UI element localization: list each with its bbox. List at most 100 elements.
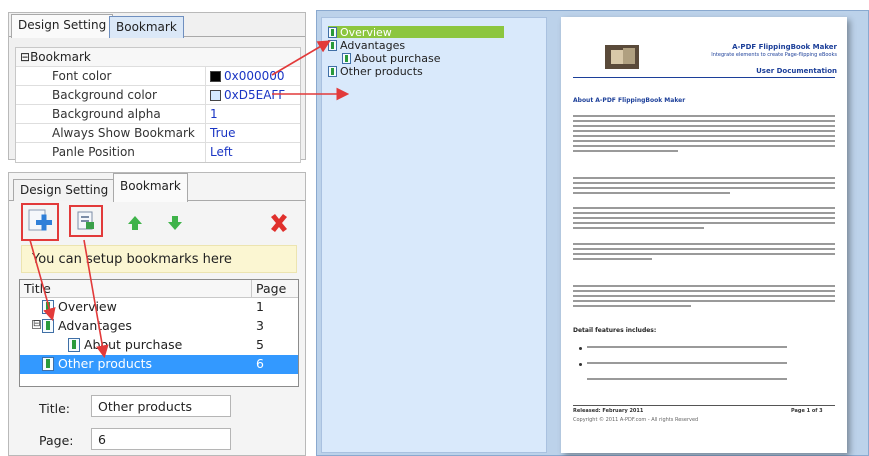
tree-row-title: Other products — [58, 356, 153, 371]
property-value[interactable]: True — [206, 124, 236, 143]
collapse-icon[interactable]: ⊟ — [20, 50, 30, 64]
tree-row-title: Overview — [58, 299, 117, 314]
paragraph — [587, 378, 787, 383]
property-row-font-color[interactable]: Font color 0x000000 — [16, 67, 300, 86]
tree-header: Title Page — [20, 280, 298, 298]
viewer-bookmark-item[interactable]: Overview — [328, 25, 504, 39]
bookmark-icon — [328, 26, 337, 38]
property-grid: ⊟Bookmark Font color 0x000000 Background… — [15, 47, 301, 163]
footer-page: Page 1 of 3 — [791, 408, 823, 414]
bookmark-panel: Design Setting Bookmark You can setup bo… — [8, 172, 306, 456]
bookmark-icon — [42, 318, 54, 333]
viewer-bookmark-label: About purchase — [354, 51, 441, 65]
add-child-bookmark-icon — [77, 211, 94, 230]
property-value[interactable]: 1 — [206, 105, 218, 124]
page-label: Page: — [39, 433, 74, 448]
viewer-bookmark-item[interactable]: About purchase — [342, 51, 441, 65]
tree-row-page: 1 — [256, 299, 264, 314]
bookmark-icon — [328, 65, 337, 77]
tab-design-setting[interactable]: Design Setting — [13, 179, 116, 201]
bookmark-icon — [328, 39, 337, 51]
property-row-background-color[interactable]: Background color 0xD5EAFF — [16, 86, 300, 105]
bookmark-icon — [42, 299, 54, 314]
delete-bookmark-button[interactable] — [263, 207, 295, 239]
tree-row-selected[interactable]: Other products 6 — [20, 355, 298, 374]
move-down-button[interactable] — [159, 207, 191, 239]
property-tab-row: Design Setting Bookmark — [9, 13, 305, 38]
section-title: About A-PDF FlippingBook Maker — [573, 97, 686, 104]
paragraph — [573, 207, 835, 232]
bookmark-hint: You can setup bookmarks here — [21, 245, 297, 273]
property-row-panel-position[interactable]: Panle Position Left — [16, 143, 300, 162]
page-subheading: Integrate elements to create Page-flippi… — [711, 52, 837, 58]
bookmark-icon — [342, 52, 351, 64]
title-input[interactable] — [91, 395, 231, 417]
tree-row-title: About purchase — [84, 337, 183, 352]
column-title[interactable]: Title — [20, 280, 252, 297]
delete-icon — [271, 214, 287, 232]
page-rule — [573, 77, 835, 78]
property-row-background-alpha[interactable]: Background alpha 1 — [16, 105, 300, 124]
viewer-bookmark-label: Other products — [340, 64, 423, 78]
color-swatch — [210, 70, 221, 82]
tree-row[interactable]: About purchase 5 — [20, 336, 298, 355]
property-row-always-show-bookmark[interactable]: Always Show Bookmark True — [16, 124, 300, 143]
property-value[interactable]: 0x000000 — [224, 67, 285, 86]
property-key: Background alpha — [16, 105, 206, 123]
property-value[interactable]: 0xD5EAFF — [224, 86, 285, 105]
arrow-down-icon — [168, 216, 182, 230]
section-title: Detail features includes: — [573, 327, 657, 334]
tree-row-page: 3 — [256, 318, 264, 333]
paragraph — [573, 177, 835, 197]
paragraph — [587, 362, 787, 367]
tree-row[interactable]: ⊟ Advantages 3 — [20, 317, 298, 336]
collapse-icon[interactable]: ⊟ — [32, 320, 41, 329]
property-panel: Design Setting Bookmark ⊟Bookmark Font c… — [8, 12, 306, 163]
viewer-bookmark-item[interactable]: Other products — [328, 64, 423, 78]
bookmark-icon — [42, 356, 54, 371]
add-child-bookmark-button[interactable] — [69, 205, 103, 237]
viewer-bookmark-label: Advantages — [340, 38, 406, 52]
document-page: A-PDF FlippingBook Maker Integrate eleme… — [561, 17, 847, 453]
tab-design-setting[interactable]: Design Setting — [11, 14, 114, 38]
viewer-bookmark-item[interactable]: Advantages — [328, 38, 406, 52]
property-value[interactable]: Left — [206, 143, 233, 162]
page-input[interactable] — [91, 428, 231, 450]
color-swatch — [210, 89, 221, 101]
add-bookmark-button[interactable] — [21, 203, 59, 241]
viewer-bookmark-label: Overview — [340, 25, 392, 39]
tree-row[interactable]: Overview 1 — [20, 298, 298, 317]
bookmark-tab-row: Design Setting Bookmark — [9, 173, 305, 202]
paragraph — [587, 346, 787, 351]
product-image — [605, 45, 639, 69]
tab-bookmark[interactable]: Bookmark — [109, 16, 184, 38]
footer-release: Released: February 2011 — [573, 408, 644, 414]
footer-copyright: Copyright © 2011 A-PDF.com - All rights … — [573, 417, 699, 423]
add-bookmark-icon — [28, 209, 52, 231]
paragraph — [573, 243, 835, 263]
bookmark-icon — [68, 337, 80, 352]
viewer-bookmark-pane: Overview Advantages About purchase Other… — [321, 17, 547, 453]
arrow-up-icon — [128, 216, 142, 230]
tree-row-page: 5 — [256, 337, 264, 352]
footer-rule — [573, 405, 835, 406]
page-heading: A-PDF FlippingBook Maker — [732, 43, 837, 51]
move-up-button[interactable] — [119, 207, 151, 239]
bullet — [579, 347, 582, 350]
paragraph — [573, 285, 835, 310]
paragraph — [573, 115, 835, 155]
bullet — [579, 363, 582, 366]
title-label: Title: — [39, 401, 70, 416]
property-group-label: Bookmark — [30, 50, 91, 64]
tree-row-title: Advantages — [58, 318, 132, 333]
page-doc-title: User Documentation — [756, 67, 837, 75]
property-key: Font color — [16, 67, 206, 85]
column-page[interactable]: Page — [252, 280, 286, 297]
property-key: Always Show Bookmark — [16, 124, 206, 142]
tab-bookmark[interactable]: Bookmark — [113, 173, 188, 202]
property-group-bookmark[interactable]: ⊟Bookmark — [16, 48, 300, 67]
property-key: Background color — [16, 86, 206, 104]
bookmark-tree[interactable]: Title Page Overview 1 ⊟ Advantages 3 Abo… — [19, 279, 299, 387]
tree-row-page: 6 — [256, 356, 264, 371]
flipbook-viewer: Overview Advantages About purchase Other… — [316, 10, 869, 456]
